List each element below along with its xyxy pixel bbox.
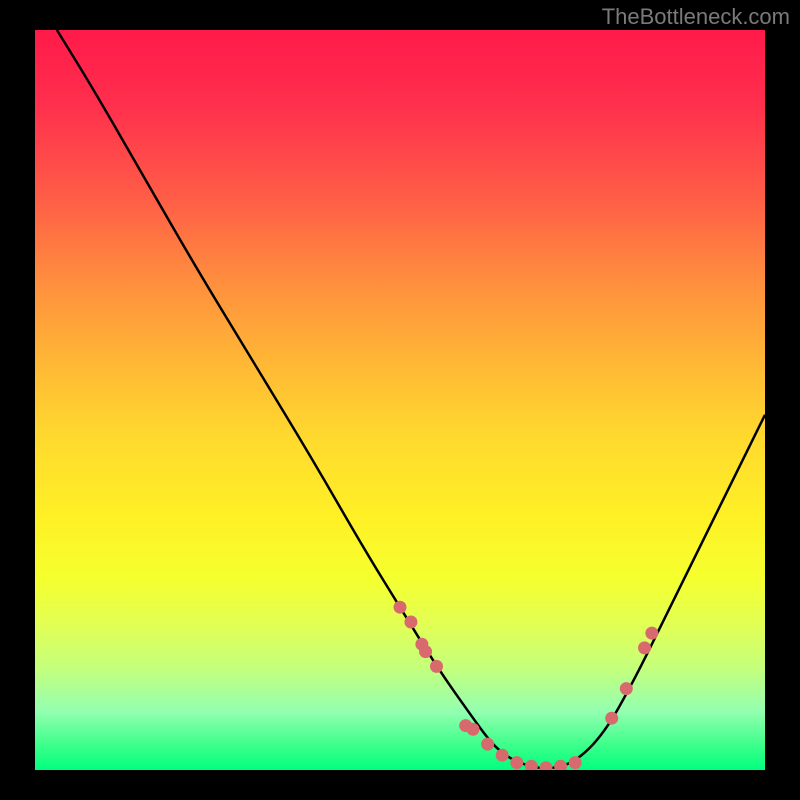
data-point (510, 756, 523, 769)
data-point (540, 761, 553, 770)
points-svg (35, 30, 765, 770)
watermark-text: TheBottleneck.com (602, 4, 790, 30)
points-group (394, 601, 659, 770)
data-point (481, 738, 494, 751)
data-point (638, 641, 651, 654)
data-point (620, 682, 633, 695)
data-point (394, 601, 407, 614)
chart-area (35, 30, 765, 770)
data-point (645, 627, 658, 640)
data-point (554, 760, 567, 770)
data-point (419, 645, 432, 658)
data-point (404, 616, 417, 629)
data-point (430, 660, 443, 673)
data-point (605, 712, 618, 725)
data-point (525, 760, 538, 770)
data-point (569, 756, 582, 769)
data-point (467, 723, 480, 736)
data-point (496, 749, 509, 762)
